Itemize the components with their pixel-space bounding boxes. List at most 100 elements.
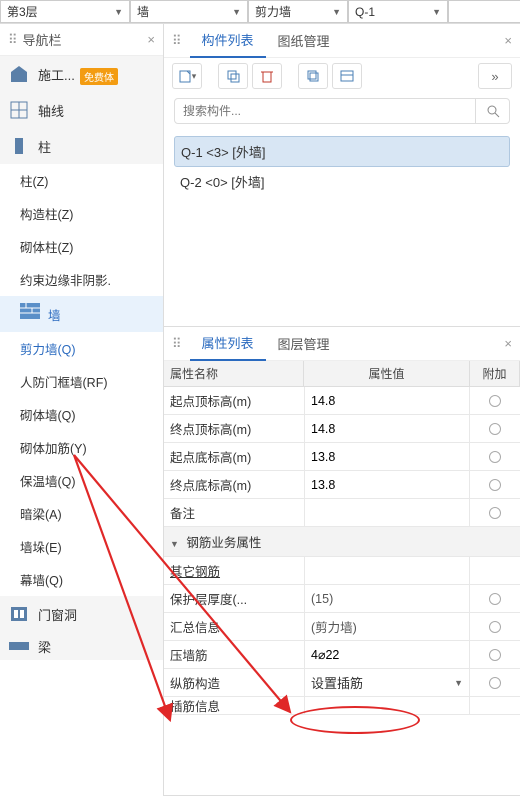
new-button[interactable]: ▾ [172,63,202,89]
search-icon [486,104,500,118]
component-item[interactable]: Q-2 <0> [外墙] [174,167,510,196]
delete-button[interactable] [252,63,282,89]
nav-sub-qd[interactable]: 墙垛(E) [0,530,163,563]
prop-value-input[interactable] [305,415,469,442]
header-add: 附加 [470,361,520,386]
nav-sub-qtz[interactable]: 砌体柱(Z) [0,230,163,263]
radio-toggle[interactable] [489,451,501,463]
prop-name: 终点底标高(m) [164,471,304,498]
radio-toggle[interactable] [489,507,501,519]
prop-row: 纵筋构造 设置插筋 ▼ [164,669,520,697]
property-header-row: 属性名称 属性值 附加 [164,361,520,387]
radio-toggle[interactable] [489,649,501,661]
nav-sub-mq[interactable]: 幕墙(Q) [0,563,163,596]
nav-sub-column-z[interactable]: 柱(Z) [0,164,163,197]
radio-toggle[interactable] [489,621,501,633]
nav-cat-door[interactable]: 门窗洞 [0,596,163,632]
tab-property-list[interactable]: 属性列表 [190,327,266,361]
prop-row: 起点顶标高(m) [164,387,520,415]
component-search-input[interactable] [174,98,476,124]
prop-value-input[interactable] [305,499,469,526]
nav-sub-shearwall[interactable]: 剪力墙(Q) [0,332,163,365]
nav-sub-ysby[interactable]: 约束边缘非阴影. [0,263,163,296]
layer-icon [340,70,354,82]
header-value: 属性值 [304,361,470,386]
tab-drawing-mgmt[interactable]: 图纸管理 [266,24,342,58]
nav-label: 门窗洞 [38,605,155,624]
radio-toggle[interactable] [489,593,501,605]
extra-select[interactable] [448,0,520,23]
more-arrow-icon: » [491,69,498,84]
component-item[interactable]: Q-1 <3> [外墙] [174,136,510,167]
nav-cat-axis[interactable]: 轴线 [0,92,163,128]
prop-value[interactable] [305,557,469,584]
prop-row: 终点底标高(m) [164,471,520,499]
grip-icon: ⠿ [172,336,182,352]
prop-value-input[interactable] [305,471,469,498]
prop-row-yaqiangjin: 压墙筋 [164,641,520,669]
radio-toggle[interactable] [489,395,501,407]
prop-value-input[interactable] [305,387,469,414]
free-badge: 免费体 [80,68,118,85]
prop-name: 终点顶标高(m) [164,415,304,442]
more-button[interactable]: » [478,63,512,89]
prop-row: 起点底标高(m) [164,443,520,471]
property-tabbar: ⠿ 属性列表 图层管理 × [164,327,520,361]
prop-row: 终点顶标高(m) [164,415,520,443]
prop-name: 保护层厚度(... [164,585,304,612]
nav-sub-rf[interactable]: 人防门框墙(RF) [0,365,163,398]
prop-name-link[interactable]: 其它钢筋 [164,557,304,584]
prop-row: 其它钢筋 [164,557,520,585]
radio-toggle[interactable] [489,479,501,491]
copy-button[interactable] [218,63,248,89]
close-icon[interactable]: × [504,33,512,48]
nav-sub-bwq[interactable]: 保温墙(Q) [0,464,163,497]
instance-select[interactable]: Q-1 ▼ [348,0,448,23]
nav-cat-column[interactable]: 柱 [0,128,163,164]
prop-value-select[interactable]: 设置插筋 ▼ [305,669,469,696]
nav-sub-gzz[interactable]: 构造柱(Z) [0,197,163,230]
layer-button[interactable] [332,63,362,89]
construction-icon [8,63,30,85]
beam-icon [8,635,30,657]
prop-name: 纵筋构造 [164,669,304,696]
prop-value-input[interactable] [305,443,469,470]
search-button[interactable] [476,98,510,124]
floor-value: 第3层 [7,3,38,20]
type-select[interactable]: 剪力墙 ▼ [248,0,348,23]
close-icon[interactable]: × [147,32,155,47]
radio-toggle[interactable] [489,423,501,435]
category-select[interactable]: 墙 ▼ [130,0,248,23]
radio-toggle[interactable] [489,677,501,689]
tab-layer-mgmt[interactable]: 图层管理 [266,327,342,361]
prop-value[interactable]: (剪力墙) [305,613,469,640]
category-value: 墙 [137,3,149,20]
nav-label: 轴线 [38,101,155,120]
top-breadcrumb-bar: 第3层 ▼ 墙 ▼ 剪力墙 ▼ Q-1 ▼ [0,0,520,24]
nav-sub-al[interactable]: 暗梁(A) [0,497,163,530]
component-panel: ⠿ 构件列表 图纸管理 × ▾ » [164,24,520,327]
prop-name: 起点顶标高(m) [164,387,304,414]
copy-icon [227,70,240,83]
duplicate-button[interactable] [298,63,328,89]
component-search-row [164,94,520,132]
triangle-collapse-icon: ▼ [170,539,179,549]
type-value: 剪力墙 [255,3,291,20]
prop-value-input[interactable] [305,641,469,668]
grip-icon: ⠿ [8,32,17,48]
grip-icon: ⠿ [172,33,182,49]
nav-sub-qtjj[interactable]: 砌体加筋(Y) [0,431,163,464]
nav-cat-wall[interactable]: 墙 [0,296,163,332]
prop-row: 汇总信息 (剪力墙) [164,613,520,641]
prop-value[interactable]: (15) [305,585,469,612]
tab-component-list[interactable]: 构件列表 [190,24,266,58]
close-icon[interactable]: × [504,336,512,351]
prop-name: 压墙筋 [164,641,304,668]
nav-label: 梁 [38,637,155,656]
floor-select[interactable]: 第3层 ▼ [0,0,130,23]
nav-cat-beam[interactable]: 梁 [0,632,163,660]
prop-row: 保护层厚度(... (15) [164,585,520,613]
prop-group-rebar[interactable]: ▼ 钢筋业务属性 [164,527,520,557]
nav-sub-qtq[interactable]: 砌体墙(Q) [0,398,163,431]
chevron-down-icon: ▼ [114,7,123,17]
